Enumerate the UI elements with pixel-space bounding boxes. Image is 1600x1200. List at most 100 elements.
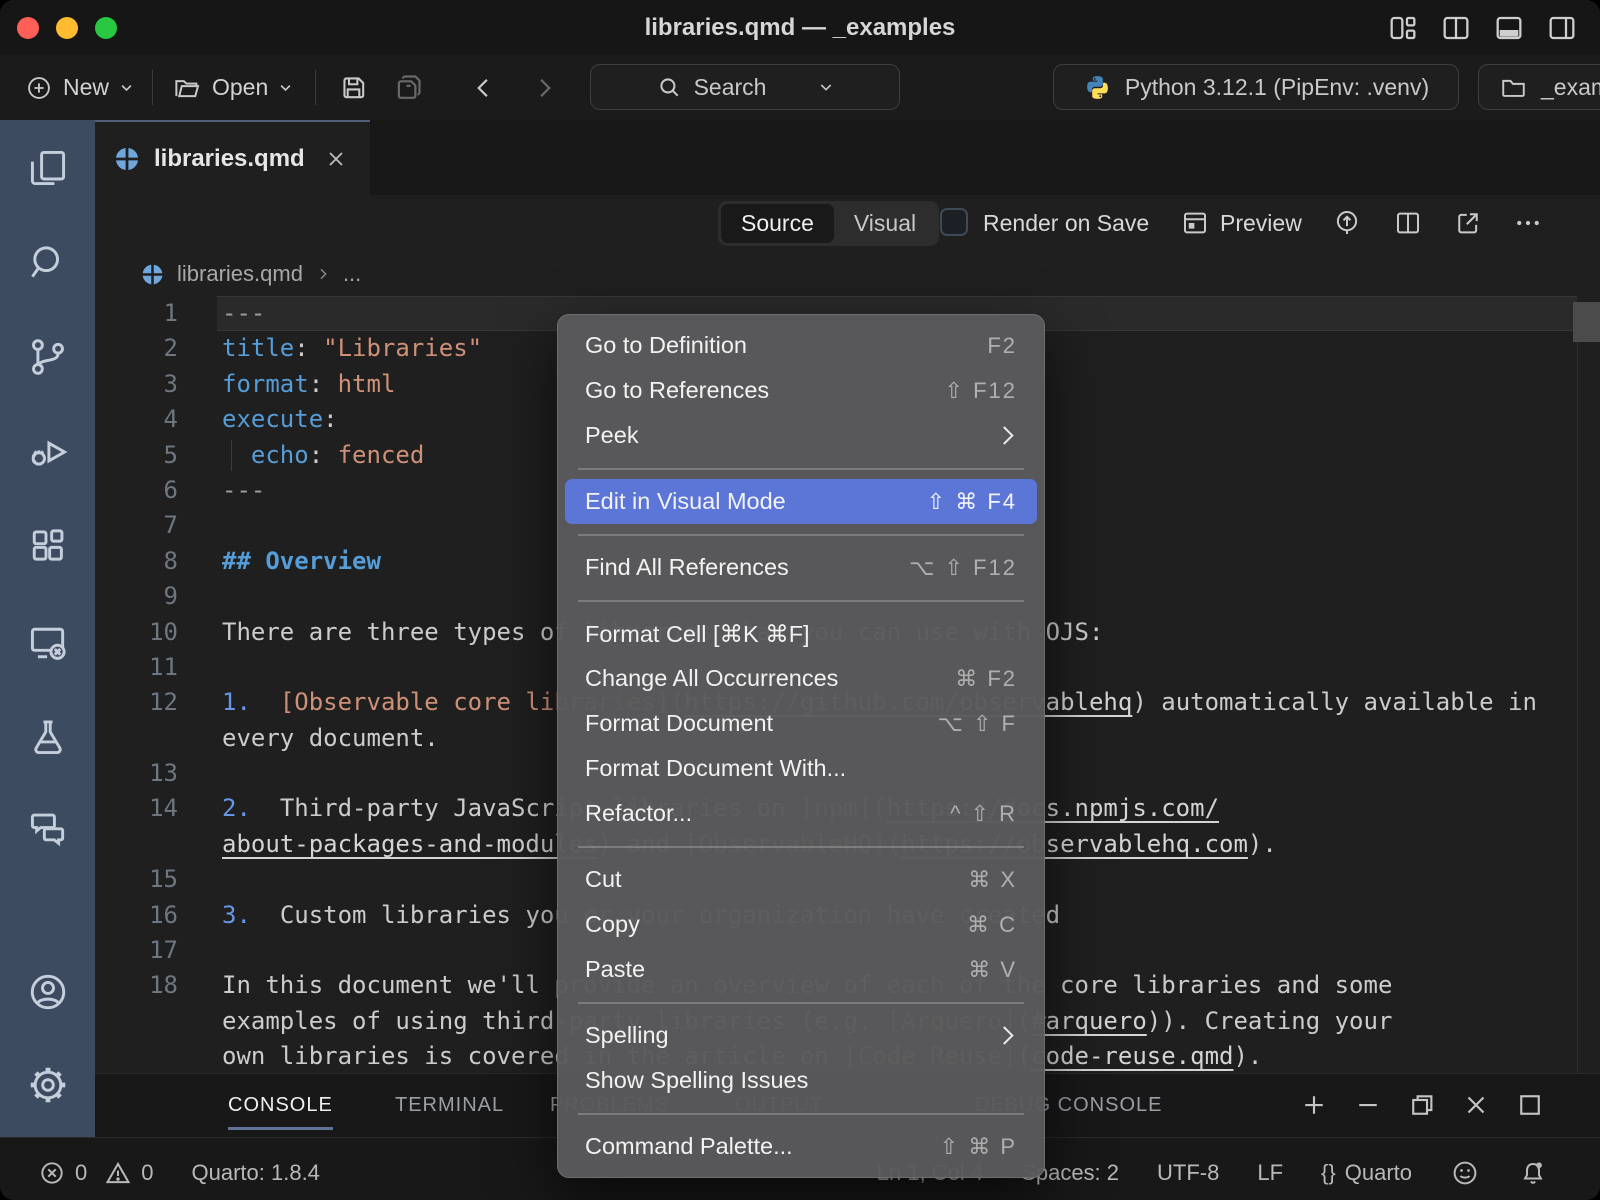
line-number: 3 (95, 367, 178, 402)
warning-count: 0 (141, 1160, 153, 1186)
split-editor-icon[interactable] (1440, 12, 1472, 44)
panel-maximize-icon[interactable] (1515, 1090, 1545, 1120)
scrollbar-gutter-line (1577, 342, 1578, 1073)
comments-icon[interactable] (26, 805, 70, 849)
sessions-icon[interactable] (26, 621, 70, 665)
menu-item-refactor[interactable]: Refactor...^ ⇧ R (565, 791, 1037, 836)
workspace-selector[interactable]: _examples (1478, 64, 1600, 110)
line-number: 4 (95, 402, 178, 437)
menu-separator (558, 1103, 1044, 1124)
interpreter-label: Python 3.12.1 (PipEnv: .venv) (1125, 74, 1429, 101)
chevron-left-icon (470, 74, 498, 102)
menu-item-find-all-references[interactable]: Find All References⌥ ⇧ F12 (565, 545, 1037, 590)
panel-tab-console[interactable]: CONSOLE (228, 1074, 333, 1137)
menu-shortcut: ^ ⇧ R (950, 801, 1017, 827)
menu-item-go-to-definition[interactable]: Go to DefinitionF2 (565, 323, 1037, 368)
source-control-icon[interactable] (26, 335, 70, 379)
line-number: 13 (95, 756, 178, 791)
run-debug-icon[interactable] (26, 430, 70, 474)
menu-item-paste[interactable]: Paste⌘ V (565, 947, 1037, 992)
visual-mode-button[interactable]: Visual (834, 204, 936, 243)
menu-item-copy[interactable]: Copy⌘ C (565, 902, 1037, 947)
render-icon[interactable] (1332, 208, 1362, 238)
split-editor-icon[interactable] (1393, 208, 1423, 238)
language-label: Quarto (1345, 1160, 1412, 1186)
save-button[interactable] (338, 55, 369, 120)
feedback-smiley-icon[interactable] (1450, 1158, 1480, 1188)
menu-shortcut: ⌥ ⇧ F12 (909, 555, 1017, 581)
menu-item-go-to-references[interactable]: Go to References⇧ F12 (565, 368, 1037, 413)
editor-tab-strip: libraries.qmd (95, 120, 1600, 195)
tab-libraries-qmd[interactable]: libraries.qmd (95, 120, 370, 195)
panel-tab-terminal[interactable]: TERMINAL (395, 1074, 504, 1137)
open-in-new-window-icon[interactable] (1453, 208, 1483, 238)
notifications-bell-icon[interactable] (1518, 1158, 1548, 1188)
toggle-secondary-sidebar-icon[interactable] (1546, 12, 1578, 44)
eol-status[interactable]: LF (1257, 1160, 1283, 1186)
close-tab-icon[interactable] (324, 147, 348, 171)
panel-close-icon[interactable] (1461, 1090, 1491, 1120)
search-sidebar-icon[interactable] (26, 240, 70, 284)
chevron-down-icon (119, 80, 134, 95)
navigate-back-button[interactable] (470, 55, 498, 120)
line-number: 7 (95, 508, 178, 543)
menu-item-command-palette[interactable]: Command Palette...⇧ ⌘ P (565, 1124, 1037, 1169)
menu-item-edit-in-visual-mode[interactable]: Edit in Visual Mode⇧ ⌘ F4 (565, 479, 1037, 524)
breadcrumb-more[interactable]: ... (343, 261, 361, 287)
save-icon (338, 72, 369, 103)
panel-add-icon[interactable] (1299, 1090, 1329, 1120)
preview-button[interactable]: Preview (1220, 195, 1302, 252)
top-action-bar: New Open Search Python 3.12.1 (P (0, 55, 1600, 121)
interpreter-selector[interactable]: Python 3.12.1 (PipEnv: .venv) (1053, 64, 1459, 110)
editor-scrollbar[interactable] (1573, 302, 1600, 342)
menu-item-format-document-with[interactable]: Format Document With... (565, 746, 1037, 791)
menu-item-cut[interactable]: Cut⌘ X (565, 857, 1037, 902)
plus-circle-icon (25, 74, 53, 102)
menu-separator (558, 524, 1044, 545)
menu-item-spelling[interactable]: Spelling (565, 1013, 1037, 1058)
explorer-icon[interactable] (26, 146, 70, 190)
window-title: libraries.qmd — _examples (0, 0, 1600, 55)
chevron-right-icon (315, 266, 331, 282)
chevron-down-icon (818, 79, 834, 95)
toggle-panel-icon[interactable] (1493, 12, 1525, 44)
panel-minimize-icon[interactable] (1353, 1090, 1383, 1120)
quarto-version-status[interactable]: Quarto: 1.8.4 (192, 1160, 320, 1186)
menu-shortcut: F2 (987, 333, 1017, 359)
search-input[interactable]: Search (590, 64, 900, 110)
menu-item-show-spelling-issues[interactable]: Show Spelling Issues (565, 1058, 1037, 1103)
open-button[interactable]: Open (172, 55, 293, 120)
app-window: libraries.qmd — _examples New Open (0, 0, 1600, 1200)
menu-item-format-document[interactable]: Format Document⌥ ⇧ F (565, 701, 1037, 746)
menu-shortcut: ⌥ ⇧ F (938, 711, 1017, 737)
activity-bar (0, 120, 95, 1137)
save-all-button[interactable] (392, 55, 425, 120)
more-actions-icon[interactable] (1513, 208, 1543, 238)
customize-layout-icon[interactable] (1387, 12, 1419, 44)
encoding-status[interactable]: UTF-8 (1157, 1160, 1219, 1186)
folder-icon (1499, 73, 1528, 102)
menu-item-format-cell-k-f[interactable]: Format Cell [⌘K ⌘F] (565, 611, 1037, 656)
language-mode-status[interactable]: {} Quarto (1321, 1160, 1412, 1186)
render-on-save-checkbox[interactable] (940, 208, 968, 236)
menu-item-peek[interactable]: Peek (565, 413, 1037, 458)
folder-open-icon (172, 73, 202, 103)
source-mode-button[interactable]: Source (721, 204, 834, 243)
line-number: 14 (95, 791, 178, 826)
breadcrumb-file[interactable]: libraries.qmd (177, 261, 303, 287)
settings-gear-icon[interactable] (26, 1063, 70, 1107)
testing-icon[interactable] (26, 715, 70, 759)
extensions-icon[interactable] (26, 525, 70, 569)
account-icon[interactable] (26, 970, 70, 1014)
menu-item-change-all-occurrences[interactable]: Change All Occurrences⌘ F2 (565, 656, 1037, 701)
line-number: 10 (95, 615, 178, 650)
navigate-forward-button[interactable] (530, 55, 558, 120)
problems-status[interactable]: 0 0 (38, 1159, 154, 1187)
new-button-label: New (63, 74, 109, 101)
panel-restore-icon[interactable] (1407, 1090, 1437, 1120)
search-icon (656, 74, 682, 100)
new-button[interactable]: New (25, 55, 134, 120)
workspace-label: _examples (1541, 74, 1600, 101)
menu-shortcut: ⇧ F12 (945, 378, 1017, 404)
line-number: 1 (95, 296, 178, 331)
